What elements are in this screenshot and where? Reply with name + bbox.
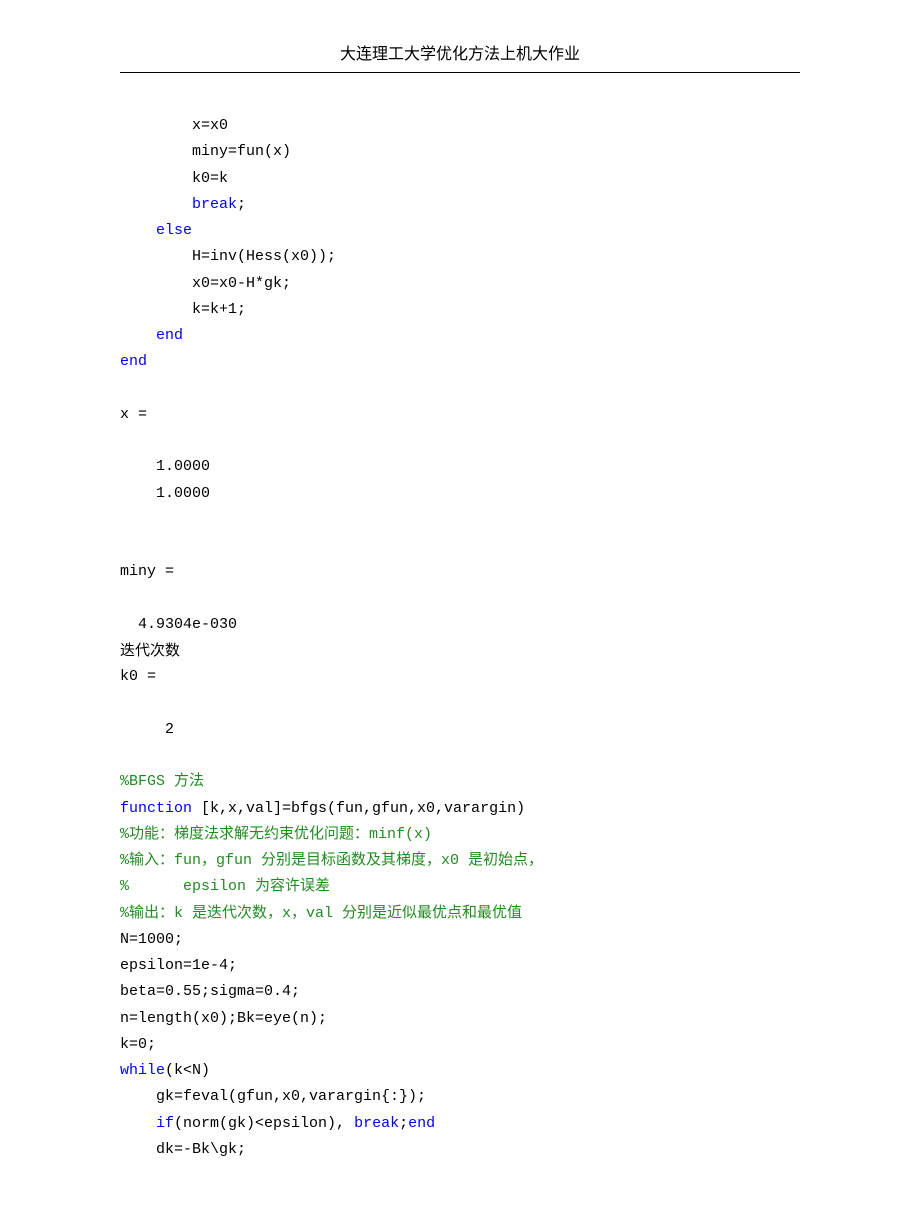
code-line: dk=-Bk\gk; — [120, 1141, 246, 1158]
comment-line: % epsilon 为容许误差 — [120, 878, 330, 895]
code-line: (norm(gk)<epsilon), — [174, 1115, 354, 1132]
code-line: (k<N) — [165, 1062, 210, 1079]
keyword-while: while — [120, 1062, 165, 1079]
code-line: H=inv(Hess(x0)); — [120, 248, 336, 265]
output-value: 1.0000 — [120, 485, 210, 502]
keyword-if: if — [156, 1115, 174, 1132]
code-line: beta=0.55;sigma=0.4; — [120, 983, 300, 1000]
comment-line: %功能：梯度法求解无约束优化问题：minf(x) — [120, 826, 432, 843]
code-line: n=length(x0);Bk=eye(n); — [120, 1010, 327, 1027]
keyword-end: end — [156, 327, 183, 344]
output-value: 4.9304e-030 — [120, 616, 237, 633]
code-line: ; — [237, 196, 246, 213]
output-block-2: k0 = 2 — [120, 664, 800, 743]
comment-line: %BFGS 方法 — [120, 773, 204, 790]
keyword-function: function — [120, 800, 192, 817]
code-line: k0=k — [120, 170, 228, 187]
code-line: miny=fun(x) — [120, 143, 291, 160]
output-label: miny = — [120, 563, 174, 580]
code-line: [k,x,val]=bfgs(fun,gfun,x0,varargin) — [192, 800, 525, 817]
code-line: ; — [399, 1115, 408, 1132]
code-line — [120, 196, 192, 213]
keyword-break: break — [354, 1115, 399, 1132]
code-line: gk=feval(gfun,x0,varargin{:}); — [120, 1088, 426, 1105]
keyword-end: end — [120, 353, 147, 370]
output-label: x = — [120, 406, 147, 423]
code-line: N=1000; — [120, 931, 183, 948]
output-label: k0 = — [120, 668, 156, 685]
code-block-1: x=x0 miny=fun(x) k0=k break; else H=inv(… — [120, 113, 800, 376]
comment-line: %输入：fun，gfun 分别是目标函数及其梯度，x0 是初始点， — [120, 852, 543, 869]
page-header: 大连理工大学优化方法上机大作业 — [120, 40, 800, 73]
output-block: x = 1.0000 1.0000 miny = 4.9304e-030 — [120, 376, 800, 639]
comment-line: %输出：k 是迭代次数，x，val 分别是近似最优点和最优值 — [120, 905, 522, 922]
code-line — [120, 1115, 156, 1132]
code-line: x=x0 — [120, 117, 228, 134]
code-line — [120, 222, 156, 239]
code-block-2: %BFGS 方法 function [k,x,val]=bfgs(fun,gfu… — [120, 743, 800, 1163]
code-line: x0=x0-H*gk; — [120, 275, 291, 292]
code-line — [120, 327, 156, 344]
code-line: epsilon=1e-4; — [120, 957, 237, 974]
keyword-break: break — [192, 196, 237, 213]
iteration-label: 迭代次数 — [120, 638, 800, 664]
keyword-end: end — [408, 1115, 435, 1132]
header-title: 大连理工大学优化方法上机大作业 — [340, 46, 580, 63]
page-container: 大连理工大学优化方法上机大作业 x=x0 miny=fun(x) k0=k br… — [0, 0, 920, 1223]
code-line: k=0; — [120, 1036, 156, 1053]
keyword-else: else — [156, 222, 192, 239]
output-value: 1.0000 — [120, 458, 210, 475]
code-line: k=k+1; — [120, 301, 246, 318]
output-value: 2 — [120, 721, 174, 738]
